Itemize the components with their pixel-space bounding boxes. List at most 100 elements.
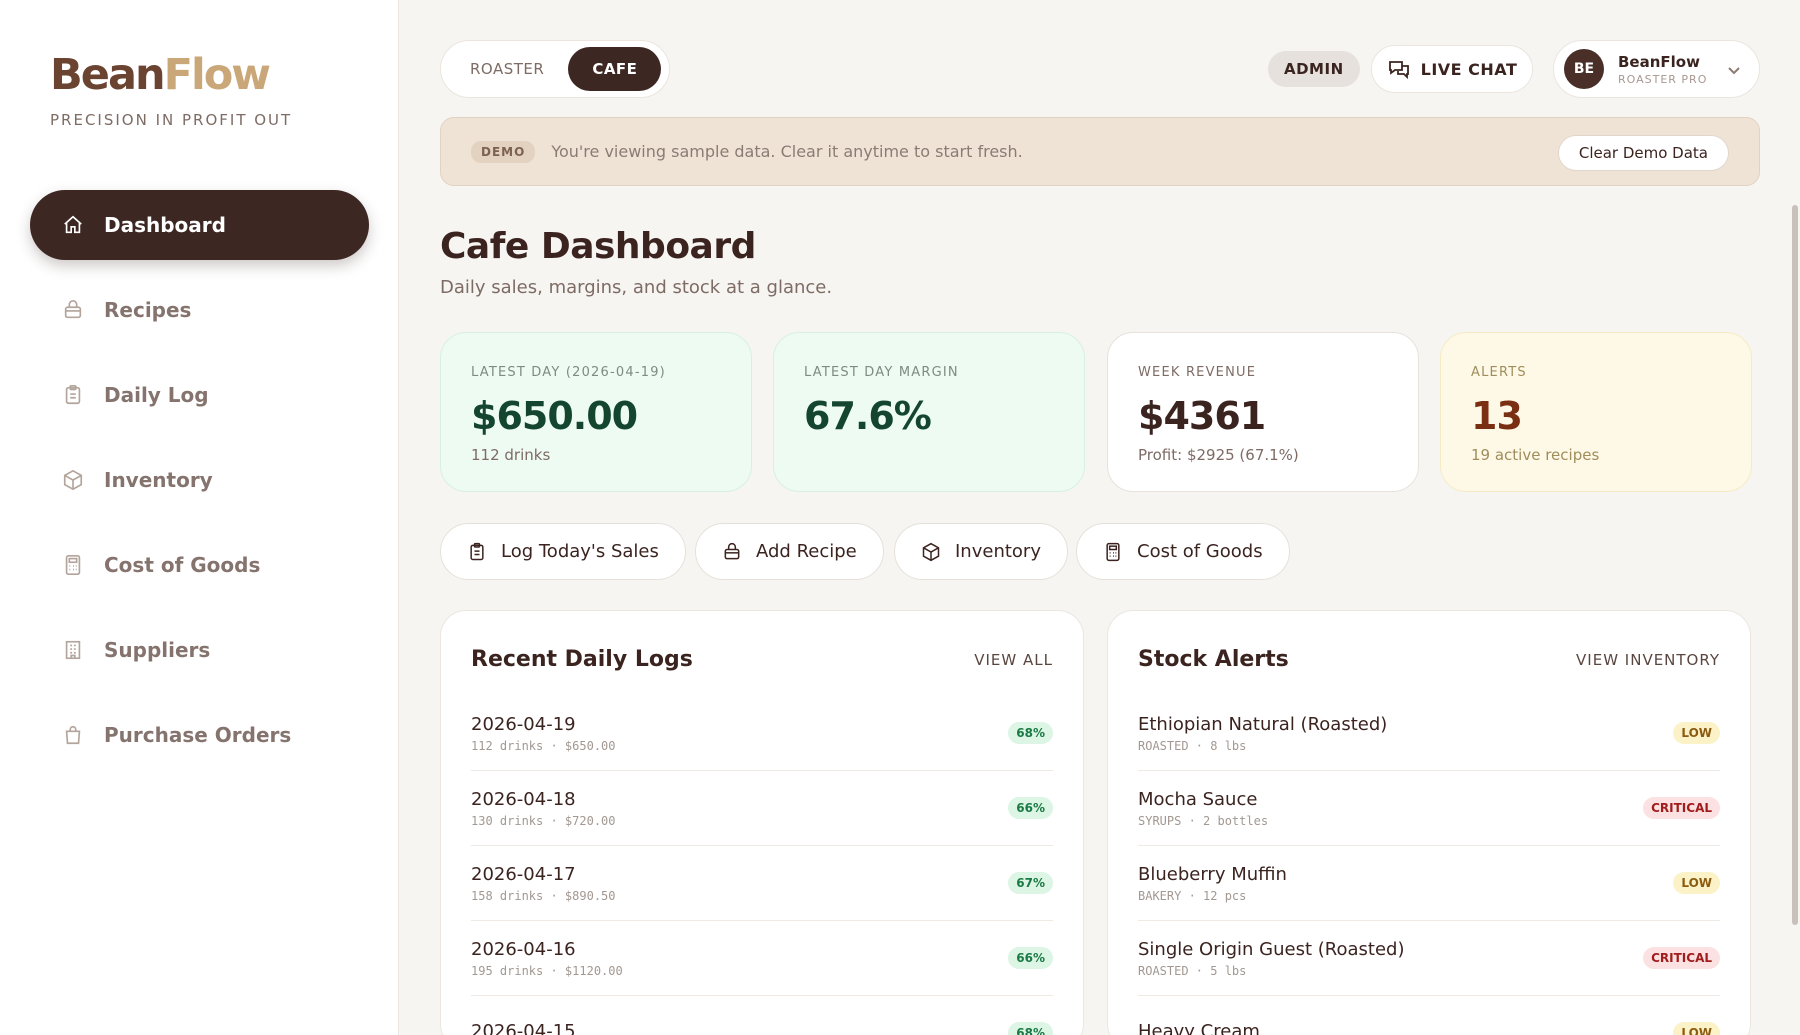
sidebar-item-daily-log[interactable]: Daily Log xyxy=(30,360,369,430)
daily-log-row[interactable]: 2026-04-17 158 drinks · $890.50 67% xyxy=(471,846,1053,921)
status-badge: CRITICAL xyxy=(1643,797,1720,819)
panel-title: Stock Alerts xyxy=(1138,647,1289,672)
margin-badge: 67% xyxy=(1008,872,1053,894)
log-meta: 158 drinks · $890.50 xyxy=(471,888,616,903)
log-date: 2026-04-15 xyxy=(471,1020,576,1035)
inventory-button[interactable]: Inventory xyxy=(894,523,1068,580)
action-label: Cost of Goods xyxy=(1137,541,1263,562)
sidebar-item-label: Cost of Goods xyxy=(104,553,261,577)
daily-log-row[interactable]: 2026-04-18 130 drinks · $720.00 66% xyxy=(471,771,1053,846)
view-all-link[interactable]: VIEW ALL xyxy=(974,651,1053,669)
stat-label: LATEST DAY MARGIN xyxy=(804,365,959,380)
clipboard-icon xyxy=(60,382,86,408)
stat-sub: Profit: $2925 (67.1%) xyxy=(1138,446,1299,464)
margin-badge: 68% xyxy=(1008,722,1053,744)
log-todays-sales-button[interactable]: Log Today's Sales xyxy=(440,523,686,580)
building-icon xyxy=(60,637,86,663)
stock-alert-row[interactable]: Heavy Cream LOW xyxy=(1138,996,1720,1035)
stat-card-alerts: ALERTS 13 19 active recipes xyxy=(1440,332,1752,492)
margin-badge: 66% xyxy=(1008,947,1053,969)
brand-logo[interactable]: BeanFlow xyxy=(50,50,271,100)
sidebar-item-label: Daily Log xyxy=(104,383,209,407)
admin-badge[interactable]: ADMIN xyxy=(1268,51,1360,87)
mode-roaster-button[interactable]: ROASTER xyxy=(446,47,568,91)
log-date: 2026-04-19 xyxy=(471,713,576,735)
stock-alert-row[interactable]: Single Origin Guest (Roasted) ROASTED · 5… xyxy=(1138,921,1720,996)
action-label: Add Recipe xyxy=(756,541,857,562)
shopping-bag-icon xyxy=(60,722,86,748)
item-name: Heavy Cream xyxy=(1138,1020,1260,1035)
stock-alert-row[interactable]: Mocha Sauce SYRUPS · 2 bottles CRITICAL xyxy=(1138,771,1720,846)
user-info: BeanFlow ROASTER PRO xyxy=(1618,53,1707,86)
stat-card-latest-day: LATEST DAY (2026-04-19) $650.00 112 drin… xyxy=(440,332,752,492)
sidebar: BeanFlow PRECISION IN PROFIT OUT Dashboa… xyxy=(0,0,399,1035)
home-icon xyxy=(60,212,86,238)
sidebar-item-cost-of-goods[interactable]: Cost of Goods xyxy=(30,530,369,600)
add-recipe-button[interactable]: Add Recipe xyxy=(695,523,884,580)
sidebar-item-suppliers[interactable]: Suppliers xyxy=(30,615,369,685)
log-meta: 112 drinks · $650.00 xyxy=(471,738,616,753)
brand-name-part1: Bean xyxy=(50,50,166,100)
stat-card-week-revenue: WEEK REVENUE $4361 Profit: $2925 (67.1%) xyxy=(1107,332,1419,492)
stock-alerts-panel: Stock Alerts VIEW INVENTORY Ethiopian Na… xyxy=(1107,610,1751,1035)
stock-alert-row[interactable]: Ethiopian Natural (Roasted) ROASTED · 8 l… xyxy=(1138,696,1720,771)
status-badge: LOW xyxy=(1673,1022,1720,1035)
page-scrollbar[interactable] xyxy=(1792,205,1800,925)
scrollbar-thumb[interactable] xyxy=(1792,205,1798,925)
view-inventory-link[interactable]: VIEW INVENTORY xyxy=(1576,651,1720,669)
item-meta: BAKERY · 12 pcs xyxy=(1138,888,1247,903)
sidebar-item-label: Dashboard xyxy=(104,213,226,237)
item-name: Mocha Sauce xyxy=(1138,788,1258,810)
sidebar-item-label: Suppliers xyxy=(104,638,211,662)
status-badge: LOW xyxy=(1673,722,1720,744)
brand-tagline: PRECISION IN PROFIT OUT xyxy=(50,111,293,129)
item-meta: SYRUPS · 2 bottles xyxy=(1138,813,1269,828)
margin-badge: 68% xyxy=(1008,1022,1053,1035)
avatar: BE xyxy=(1564,49,1604,89)
status-badge: CRITICAL xyxy=(1643,947,1720,969)
page-title: Cafe Dashboard xyxy=(440,226,756,267)
item-name: Blueberry Muffin xyxy=(1138,863,1287,885)
stock-alert-row[interactable]: Blueberry Muffin BAKERY · 12 pcs LOW xyxy=(1138,846,1720,921)
demo-banner: DEMO You're viewing sample data. Clear i… xyxy=(440,117,1760,186)
stat-sub: 112 drinks xyxy=(471,446,551,464)
bag-icon xyxy=(60,297,86,323)
sidebar-item-inventory[interactable]: Inventory xyxy=(30,445,369,515)
stat-label: ALERTS xyxy=(1471,365,1527,380)
item-name: Single Origin Guest (Roasted) xyxy=(1138,938,1405,960)
demo-tag: DEMO xyxy=(471,140,536,163)
calculator-icon xyxy=(1106,542,1120,561)
log-meta: 195 drinks · $1120.00 xyxy=(471,963,623,978)
user-name: BeanFlow xyxy=(1618,52,1700,71)
stat-value: 67.6% xyxy=(804,394,932,438)
item-meta: ROASTED · 8 lbs xyxy=(1138,738,1247,753)
sidebar-item-label: Inventory xyxy=(104,468,213,492)
sidebar-item-recipes[interactable]: Recipes xyxy=(30,275,369,345)
stat-sub: 19 active recipes xyxy=(1471,446,1600,464)
stat-value: $4361 xyxy=(1138,394,1266,438)
cost-of-goods-button[interactable]: Cost of Goods xyxy=(1076,523,1290,580)
daily-log-list: 2026-04-19 112 drinks · $650.00 68% 2026-… xyxy=(471,696,1053,1035)
log-meta: 130 drinks · $720.00 xyxy=(471,813,616,828)
user-menu[interactable]: BE BeanFlow ROASTER PRO xyxy=(1553,40,1760,98)
mode-toggle: ROASTER CAFE xyxy=(440,40,670,98)
daily-log-row[interactable]: 2026-04-15 68% xyxy=(471,996,1053,1035)
stat-label: WEEK REVENUE xyxy=(1138,365,1257,380)
box-icon xyxy=(60,467,86,493)
mode-cafe-button[interactable]: CAFE xyxy=(568,47,662,91)
chat-icon xyxy=(1388,61,1409,80)
item-meta: ROASTED · 5 lbs xyxy=(1138,963,1247,978)
clear-demo-data-button[interactable]: Clear Demo Data xyxy=(1557,135,1729,171)
box-icon xyxy=(922,542,940,561)
sidebar-item-dashboard[interactable]: Dashboard xyxy=(30,190,369,260)
stat-value: 13 xyxy=(1471,394,1523,438)
stat-card-latest-day-margin: LATEST DAY MARGIN 67.6% xyxy=(773,332,1085,492)
daily-log-row[interactable]: 2026-04-16 195 drinks · $1120.00 66% xyxy=(471,921,1053,996)
brand-name-part2: Flow xyxy=(163,50,271,100)
panel-title: Recent Daily Logs xyxy=(471,647,693,672)
sidebar-nav: Dashboard Recipes Daily Log Inventory Co… xyxy=(30,190,369,785)
daily-log-row[interactable]: 2026-04-19 112 drinks · $650.00 68% xyxy=(471,696,1053,771)
live-chat-button[interactable]: LIVE CHAT xyxy=(1371,45,1533,93)
status-badge: LOW xyxy=(1673,872,1720,894)
sidebar-item-purchase-orders[interactable]: Purchase Orders xyxy=(30,700,369,770)
